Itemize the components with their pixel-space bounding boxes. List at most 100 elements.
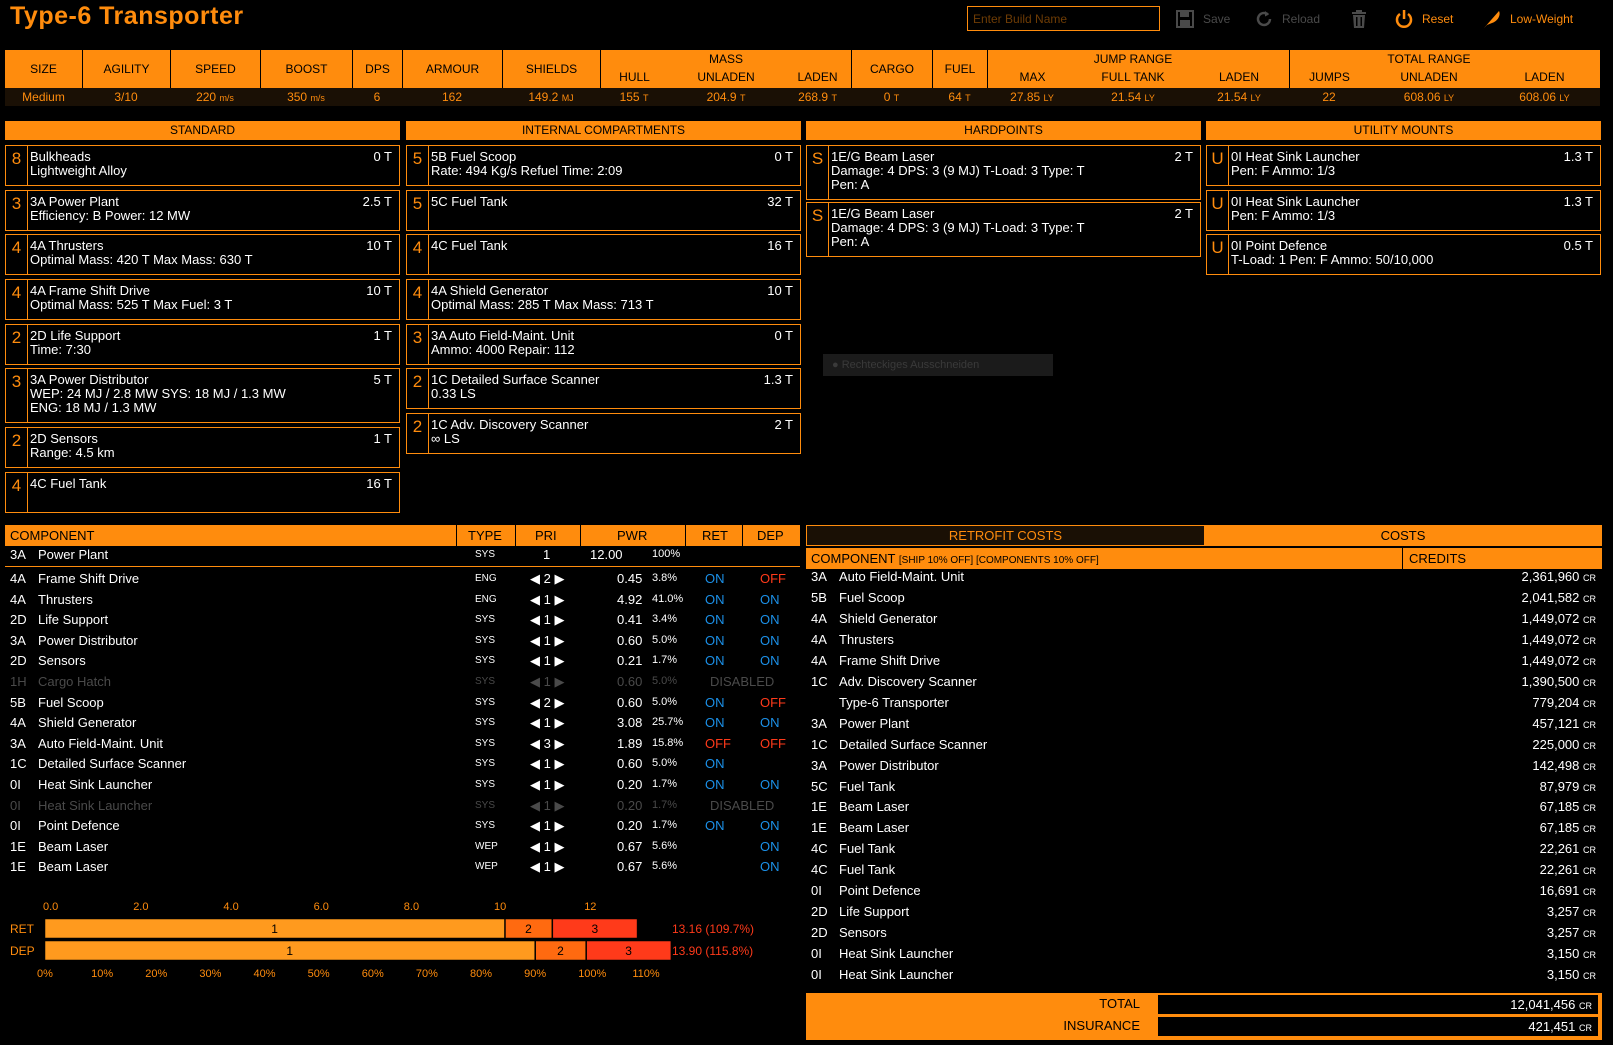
dep-toggle[interactable]: OFF xyxy=(760,736,786,751)
utility-slot-heat-sink[interactable]: U 0I Heat Sink Launcher 1.3 T Pen: F Ammo: … xyxy=(1206,190,1601,231)
standard-slot-fuel-tank[interactable]: 4 4C Fuel Tank 16 T xyxy=(5,472,400,513)
standard-slot-bulkheads[interactable]: 8 Bulkheads 0 T Lightweight Alloy xyxy=(5,145,400,186)
dep-toggle[interactable]: ON xyxy=(760,592,780,607)
power-row[interactable]: 1C Detailed Surface Scanner SYS ◀ 1 ▶ 0.60 5.… xyxy=(5,753,800,774)
priority-stepper[interactable]: ◀ 1 ▶ xyxy=(530,715,564,731)
dep-toggle[interactable]: ON xyxy=(760,859,780,874)
save-button[interactable]: Save xyxy=(1175,8,1230,30)
dep-toggle[interactable]: OFF xyxy=(760,695,786,710)
power-row[interactable]: 3A Power Distributor SYS ◀ 1 ▶ 0.60 5.0% ON ON xyxy=(5,630,800,651)
power-row[interactable]: 2D Sensors SYS ◀ 1 ▶ 0.21 1.7% ON ON xyxy=(5,650,800,671)
dep-toggle[interactable]: ON xyxy=(760,777,780,792)
internal-slot-afmu[interactable]: 3 3A Auto Field-Maint. Unit 0 T Ammo: 4000 … xyxy=(406,324,801,365)
power-row[interactable]: 0I Point Defence SYS ◀ 1 ▶ 0.20 1.7% ON ON xyxy=(5,815,800,836)
power-row-grade: 1C xyxy=(10,756,27,772)
priority-stepper[interactable]: ◀ 1 ▶ xyxy=(530,756,564,772)
power-col-dep[interactable]: DEP xyxy=(757,528,784,543)
reset-button[interactable]: Reset xyxy=(1394,8,1453,30)
hardpoints-section-header[interactable]: HARDPOINTS xyxy=(806,121,1201,140)
standard-section-header[interactable]: STANDARD xyxy=(5,121,400,140)
dep-toggle[interactable]: ON xyxy=(760,839,780,854)
priority-stepper[interactable]: ◀ 2 ▶ xyxy=(530,695,564,711)
cost-row-grade: 1C xyxy=(811,736,828,752)
ret-toggle[interactable]: ON xyxy=(705,633,725,648)
standard-slot-fsd[interactable]: 4 4A Frame Shift Drive 10 T Optimal Mass: 5… xyxy=(5,279,400,320)
internal-section-header[interactable]: INTERNAL COMPARTMENTS xyxy=(406,121,801,140)
internal-slot-fuel-tank-5c[interactable]: 5 5C Fuel Tank 32 T xyxy=(406,190,801,231)
priority-stepper[interactable]: ◀ 1 ▶ xyxy=(530,798,564,814)
dep-toggle[interactable]: ON xyxy=(760,653,780,668)
cost-row-grade: 0I xyxy=(811,946,822,962)
ret-toggle[interactable]: ON xyxy=(705,715,725,730)
priority-stepper[interactable]: ◀ 1 ▶ xyxy=(530,674,564,690)
internal-slot-discovery-scanner[interactable]: 2 1C Adv. Discovery Scanner 2 T ∞ LS xyxy=(406,413,801,454)
priority-stepper[interactable]: ◀ 1 ▶ xyxy=(530,839,564,855)
standard-slot-life-support[interactable]: 2 2D Life Support 1 T Time: 7:30 xyxy=(5,324,400,365)
build-name-input[interactable] xyxy=(967,6,1160,31)
dep-toggle[interactable]: ON xyxy=(760,715,780,730)
ret-toggle[interactable]: ON xyxy=(705,695,725,710)
priority-stepper[interactable]: ◀ 1 ▶ xyxy=(530,653,564,669)
tab-costs[interactable]: COSTS xyxy=(1205,526,1601,545)
power-row[interactable]: 1H Cargo Hatch SYS ◀ 1 ▶ 0.60 5.0% DISABLED xyxy=(5,671,800,692)
hardpoint-slot-beam-laser[interactable]: S 1E/G Beam Laser 2 T Damage: 4 DPS: 3 (9 M… xyxy=(806,202,1201,257)
tab-retrofit-costs[interactable]: RETROFIT COSTS xyxy=(807,526,1205,545)
priority-stepper[interactable]: ◀ 1 ▶ xyxy=(530,592,564,608)
power-row[interactable]: 2D Life Support SYS ◀ 1 ▶ 0.41 3.4% ON ON xyxy=(5,609,800,630)
power-col-type[interactable]: TYPE xyxy=(468,528,502,543)
power-row-name: Sensors xyxy=(38,653,86,669)
ret-toggle[interactable]: ON xyxy=(705,818,725,833)
utility-slot-heat-sink[interactable]: U 0I Heat Sink Launcher 1.3 T Pen: F Ammo: … xyxy=(1206,145,1601,186)
power-col-pri[interactable]: PRI xyxy=(535,528,557,543)
power-row[interactable]: 1E Beam Laser WEP ◀ 1 ▶ 0.67 5.6% ON xyxy=(5,836,800,857)
priority-stepper[interactable]: ◀ 1 ▶ xyxy=(530,818,564,834)
internal-slot-fuel-tank-4c[interactable]: 4 4C Fuel Tank 16 T xyxy=(406,234,801,275)
standard-slot-power-plant[interactable]: 3 3A Power Plant 2.5 T Efficiency: B Power:… xyxy=(5,190,400,231)
cost-col-component[interactable]: COMPONENT [SHIP 10% OFF] [COMPONENTS 10%… xyxy=(811,551,1099,566)
internal-slot-surface-scanner[interactable]: 2 1C Detailed Surface Scanner 1.3 T 0.33 LS xyxy=(406,368,801,409)
ret-toggle[interactable]: ON xyxy=(705,777,725,792)
power-col-ret[interactable]: RET xyxy=(702,528,728,543)
dep-toggle[interactable]: OFF xyxy=(760,571,786,586)
power-col-component[interactable]: COMPONENT xyxy=(10,528,95,543)
standard-slot-thrusters[interactable]: 4 4A Thrusters 10 T Optimal Mass: 420 T Max… xyxy=(5,234,400,275)
dep-toggle[interactable]: ON xyxy=(760,612,780,627)
internal-slot-shield-generator[interactable]: 4 4A Shield Generator 10 T Optimal Mass: 28… xyxy=(406,279,801,320)
power-row[interactable]: 3A Auto Field-Maint. Unit SYS ◀ 3 ▶ 1.89 15.8… xyxy=(5,733,800,754)
power-row[interactable]: 4A Thrusters ENG ◀ 1 ▶ 4.92 41.0% ON ON xyxy=(5,589,800,610)
priority-stepper[interactable]: ◀ 1 ▶ xyxy=(530,633,564,649)
power-row[interactable]: 4A Frame Shift Drive ENG ◀ 2 ▶ 0.45 3.8% ON OFF xyxy=(5,568,800,589)
stat-jump-max-value: 27.85 LY xyxy=(1010,90,1054,104)
standard-slot-power-distributor[interactable]: 3 3A Power Distributor 5 T WEP: 24 MJ / 2.8… xyxy=(5,368,400,423)
low-weight-button[interactable]: Low-Weight xyxy=(1482,8,1573,30)
priority-stepper[interactable]: ◀ 2 ▶ xyxy=(530,571,564,587)
priority-stepper[interactable]: ◀ 1 ▶ xyxy=(530,777,564,793)
utility-slot-point-defence[interactable]: U 0I Point Defence 0.5 T T-Load: 1 Pen: F A… xyxy=(1206,234,1601,275)
ret-toggle[interactable]: ON xyxy=(705,756,725,771)
standard-slot-sensors[interactable]: 2 2D Sensors 1 T Range: 4.5 km xyxy=(5,427,400,468)
ret-toggle[interactable]: ON xyxy=(705,612,725,627)
ret-toggle[interactable]: ON xyxy=(705,571,725,586)
delete-button[interactable] xyxy=(1350,8,1376,30)
cost-col-credits[interactable]: CREDITS xyxy=(1409,551,1466,566)
dep-toggle[interactable]: ON xyxy=(760,818,780,833)
reload-button[interactable]: Reload xyxy=(1254,8,1320,30)
dep-toggle[interactable]: ON xyxy=(760,633,780,648)
power-row[interactable]: 5B Fuel Scoop SYS ◀ 2 ▶ 0.60 5.0% ON OFF xyxy=(5,692,800,713)
power-row-grade: 5B xyxy=(10,694,26,710)
hardpoint-slot-beam-laser[interactable]: S 1E/G Beam Laser 2 T Damage: 4 DPS: 3 (9 M… xyxy=(806,145,1201,200)
power-row[interactable]: 4A Shield Generator SYS ◀ 1 ▶ 3.08 25.7% ON ON xyxy=(5,712,800,733)
utility-section-header[interactable]: UTILITY MOUNTS xyxy=(1206,121,1601,140)
power-col-pwr[interactable]: PWR xyxy=(617,528,647,543)
power-row[interactable]: 0I Heat Sink Launcher SYS ◀ 1 ▶ 0.20 1.7% DISA… xyxy=(5,795,800,816)
power-row-status: DISABLED xyxy=(710,674,775,689)
ret-toggle[interactable]: ON xyxy=(705,592,725,607)
ret-toggle[interactable]: OFF xyxy=(705,736,731,751)
priority-stepper[interactable]: ◀ 3 ▶ xyxy=(530,736,564,752)
power-row[interactable]: 0I Heat Sink Launcher SYS ◀ 1 ▶ 0.20 1.7% ON ON xyxy=(5,774,800,795)
internal-slot-fuel-scoop[interactable]: 5 5B Fuel Scoop 0 T Rate: 494 Kg/s Refuel T… xyxy=(406,145,801,186)
priority-stepper[interactable]: ◀ 1 ▶ xyxy=(530,859,564,875)
power-row[interactable]: 1E Beam Laser WEP ◀ 1 ▶ 0.67 5.6% ON xyxy=(5,856,800,877)
priority-stepper[interactable]: ◀ 1 ▶ xyxy=(530,612,564,628)
ret-toggle[interactable]: ON xyxy=(705,653,725,668)
